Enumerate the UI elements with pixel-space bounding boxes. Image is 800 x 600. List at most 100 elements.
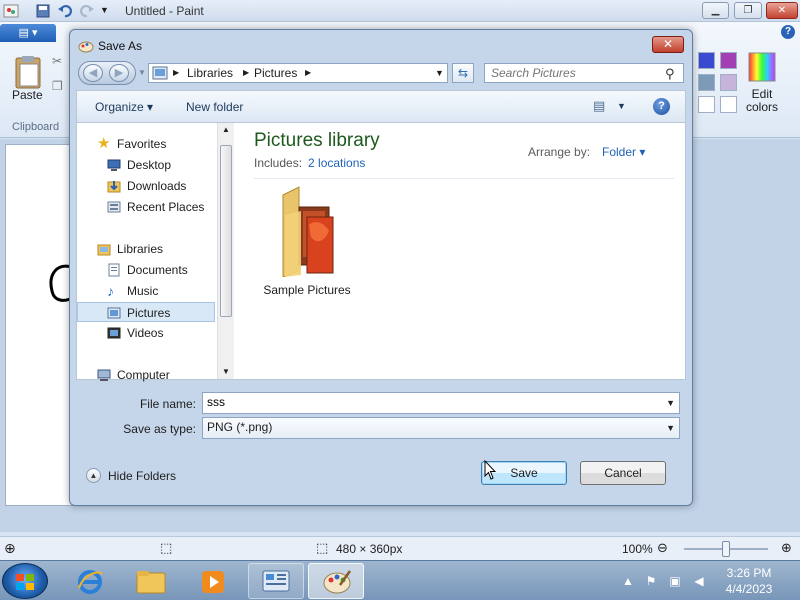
organize-menu[interactable]: Organize ▾: [95, 100, 153, 114]
control-panel-icon: [262, 570, 290, 592]
paint-taskbar-button[interactable]: [308, 563, 364, 599]
save-icon[interactable]: [35, 3, 51, 19]
help-icon[interactable]: ?: [781, 25, 795, 39]
breadcrumb-chevron-icon[interactable]: ▶: [243, 68, 249, 77]
internet-explorer-taskbar-button[interactable]: [62, 563, 118, 599]
nav-desktop[interactable]: Desktop: [77, 155, 215, 175]
save-as-type-dropdown-icon[interactable]: ▼: [666, 423, 675, 433]
action-center-flag-icon[interactable]: ⚑: [644, 574, 658, 588]
hide-folders-label: Hide Folders: [108, 469, 177, 483]
paint-menu-button[interactable]: ▤ ▾: [0, 24, 56, 42]
color-swatch[interactable]: [698, 52, 715, 69]
color-swatch[interactable]: [720, 52, 737, 69]
control-panel-taskbar-button[interactable]: [248, 563, 304, 599]
libraries-icon: [97, 244, 111, 256]
color-swatch[interactable]: [698, 96, 715, 113]
selection-size-icon: ⬚: [160, 540, 173, 555]
includes-locations-link[interactable]: 2 locations: [308, 156, 365, 170]
zoom-in-button[interactable]: ⊕: [781, 540, 792, 556]
navigation-scrollbar[interactable]: ▲ ▼: [217, 123, 234, 379]
breadcrumb-libraries[interactable]: Libraries: [187, 66, 233, 80]
nav-recent-places[interactable]: Recent Places: [77, 197, 215, 217]
show-hidden-icons-button[interactable]: ▲: [621, 574, 635, 588]
dialog-footer: ▲ Hide Folders Save Cancel: [76, 450, 686, 500]
nav-favorites[interactable]: ★ Favorites: [77, 134, 215, 154]
internet-explorer-icon: [78, 570, 103, 594]
file-name-input[interactable]: [207, 395, 647, 409]
breadcrumb-pictures[interactable]: Pictures: [254, 66, 297, 80]
breadcrumb-chevron-icon[interactable]: ▶: [173, 68, 179, 77]
folder-pictures-icon: [282, 186, 334, 277]
arrange-by-dropdown[interactable]: Folder ▾: [602, 145, 645, 159]
zoom-slider-thumb[interactable]: [722, 541, 730, 557]
undo-icon[interactable]: [57, 3, 73, 19]
maximize-icon: ❐: [743, 5, 753, 16]
redo-icon[interactable]: [79, 3, 95, 19]
file-name-combo[interactable]: ▼: [202, 392, 680, 414]
scrollbar-thumb[interactable]: [220, 145, 232, 317]
media-player-taskbar-button[interactable]: [186, 563, 242, 599]
copy-icon[interactable]: ❐: [52, 79, 63, 93]
paste-label: Paste: [12, 88, 43, 102]
paint-titlebar: ▼ Untitled - Paint ▁ ❐ ✕: [0, 0, 800, 22]
scroll-down-icon[interactable]: ▼: [222, 367, 230, 376]
breadcrumb-chevron-icon[interactable]: ▶: [305, 68, 311, 77]
content-pane: Pictures library Includes: 2 locations Ar…: [237, 123, 685, 379]
nav-documents[interactable]: Documents: [77, 260, 215, 280]
address-dropdown-icon[interactable]: ▼: [435, 68, 444, 78]
file-item-sample-pictures[interactable]: Sample Pictures: [257, 185, 357, 303]
nav-downloads[interactable]: Downloads: [77, 176, 215, 196]
nav-computer[interactable]: Computer: [77, 365, 215, 385]
change-view-icon[interactable]: ▤: [593, 98, 605, 114]
dialog-close-button[interactable]: ✕: [652, 36, 684, 53]
explorer-taskbar-button[interactable]: [124, 563, 180, 599]
color-swatch[interactable]: [720, 74, 737, 91]
network-icon[interactable]: ▣: [668, 574, 682, 588]
view-options-dropdown[interactable]: ▼: [617, 101, 626, 111]
search-icon[interactable]: ⚲: [665, 66, 675, 82]
refresh-button[interactable]: ⇆: [452, 63, 474, 83]
nav-music[interactable]: ♪ Music: [77, 281, 215, 301]
file-name-dropdown-icon[interactable]: ▼: [666, 398, 675, 408]
back-button[interactable]: ◀: [83, 64, 103, 82]
help-icon[interactable]: ?: [653, 98, 670, 115]
minimize-button[interactable]: ▁: [702, 2, 729, 19]
start-button[interactable]: [2, 563, 48, 599]
nav-libraries[interactable]: Libraries: [77, 239, 215, 259]
forward-button[interactable]: ▶: [109, 64, 129, 82]
search-input[interactable]: [485, 64, 655, 82]
search-box[interactable]: ⚲: [484, 63, 684, 83]
scroll-up-icon[interactable]: ▲: [222, 125, 230, 134]
new-folder-button[interactable]: New folder: [186, 100, 243, 114]
clock-date[interactable]: 4/4/2023: [720, 582, 778, 596]
back-arrow-icon: ◀: [88, 67, 98, 79]
volume-muted-icon[interactable]: ◀: [692, 574, 706, 588]
save-as-type-value: PNG (*.png): [207, 420, 273, 434]
color-swatch[interactable]: [698, 74, 715, 91]
cancel-button[interactable]: Cancel: [580, 461, 666, 485]
dialog-titlebar[interactable]: Save As ✕: [70, 30, 692, 60]
maximize-button[interactable]: ❐: [734, 2, 762, 19]
library-includes: Includes: 2 locations: [254, 156, 365, 170]
command-bar: Organize ▾ New folder ▤ ▼ ?: [76, 90, 686, 122]
paint-palette-icon: [323, 570, 352, 594]
paint-app-icon: [78, 41, 94, 53]
nav-pictures[interactable]: Pictures: [77, 302, 215, 322]
save-as-type-select[interactable]: PNG (*.png) ▼: [202, 417, 680, 439]
star-icon: ★: [97, 135, 111, 152]
color-swatch[interactable]: [720, 96, 737, 113]
clock-time[interactable]: 3:26 PM: [720, 566, 778, 580]
color-wheel-icon[interactable]: [748, 52, 776, 82]
menu-icon: ▤ ▾: [18, 27, 38, 39]
close-button[interactable]: ✕: [766, 2, 798, 19]
downloads-icon: [107, 181, 121, 193]
nav-videos[interactable]: Videos: [77, 323, 215, 343]
address-bar[interactable]: ▶ Libraries ▶ Pictures ▶ ▼: [148, 63, 448, 83]
recent-locations-dropdown[interactable]: ▼: [138, 68, 146, 77]
save-as-dialog: Save As ✕ ◀ ▶ ▼ ▶ Libraries ▶ Pictures ▶…: [69, 29, 693, 506]
zoom-out-button[interactable]: ⊖: [657, 540, 668, 556]
cut-icon[interactable]: ✂: [52, 54, 62, 68]
edit-colors-button[interactable]: Edit colors: [744, 88, 780, 114]
customize-quick-access-icon[interactable]: ▼: [100, 5, 116, 21]
library-title: Pictures library: [254, 130, 380, 151]
